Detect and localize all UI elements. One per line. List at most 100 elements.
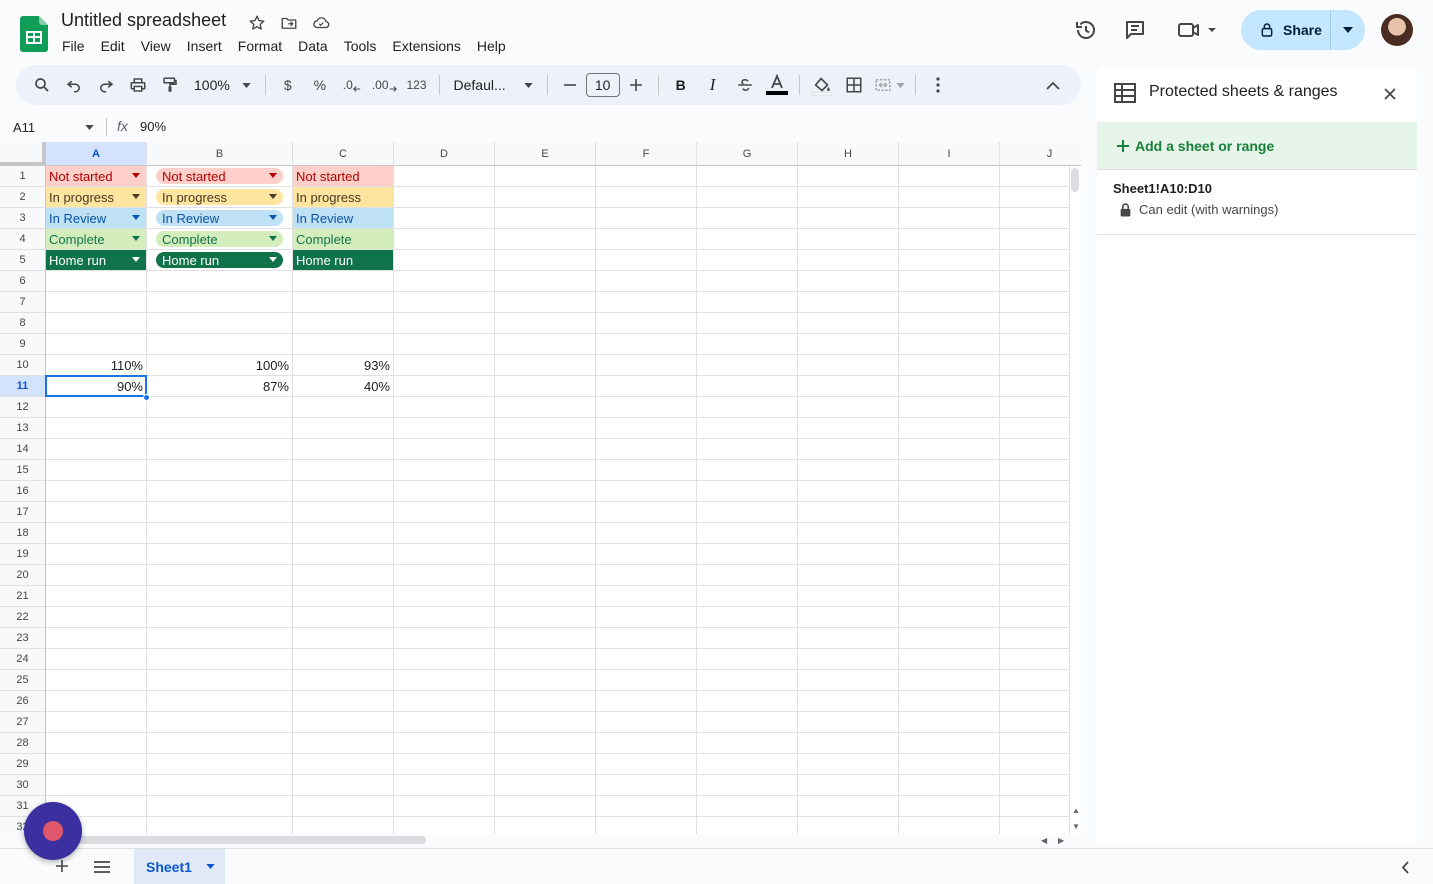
fill-color-button[interactable] bbox=[806, 71, 838, 99]
status-dropdown-cell[interactable]: Home run bbox=[46, 250, 146, 270]
row-header[interactable]: 11 bbox=[0, 376, 46, 397]
menu-tools[interactable]: Tools bbox=[336, 36, 385, 56]
font-size-input[interactable]: 10 bbox=[585, 73, 620, 97]
value-cell[interactable]: 93% bbox=[293, 355, 393, 375]
column-header[interactable]: A bbox=[46, 142, 147, 166]
row-header[interactable]: 2 bbox=[0, 187, 46, 208]
status-chip[interactable]: In Review bbox=[156, 210, 283, 226]
column-header[interactable]: I bbox=[899, 142, 1000, 166]
status-dropdown-cell[interactable]: Complete bbox=[46, 229, 146, 249]
row-header[interactable]: 20 bbox=[0, 565, 46, 586]
column-header[interactable]: E bbox=[495, 142, 596, 166]
row-header[interactable]: 9 bbox=[0, 334, 46, 355]
increase-font-size-button[interactable] bbox=[620, 71, 652, 99]
format-currency-button[interactable]: $ bbox=[272, 71, 304, 99]
version-history-icon[interactable] bbox=[1070, 14, 1102, 46]
redo-button[interactable] bbox=[90, 71, 122, 99]
status-dropdown-cell[interactable]: Not started bbox=[46, 166, 146, 186]
menu-extensions[interactable]: Extensions bbox=[384, 36, 468, 56]
menu-view[interactable]: View bbox=[133, 36, 179, 56]
cloud-saved-icon[interactable] bbox=[310, 12, 332, 34]
bold-button[interactable]: B bbox=[665, 71, 697, 99]
row-header[interactable]: 14 bbox=[0, 439, 46, 460]
protected-range-name[interactable]: Sheet1!A10:D10 bbox=[1113, 181, 1212, 196]
paint-format-button[interactable] bbox=[154, 71, 186, 99]
close-panel-button[interactable] bbox=[1382, 86, 1398, 102]
decrease-font-size-button[interactable] bbox=[554, 71, 586, 99]
share-dropdown-button[interactable] bbox=[1331, 10, 1365, 50]
move-folder-icon[interactable] bbox=[278, 12, 300, 34]
status-dropdown-cell[interactable]: In Review bbox=[46, 208, 146, 228]
meet-icon[interactable] bbox=[1174, 14, 1222, 46]
zoom-select[interactable]: 100% bbox=[186, 71, 259, 99]
status-dropdown-cell[interactable]: In progress bbox=[46, 187, 146, 207]
column-header[interactable]: C bbox=[293, 142, 394, 166]
scroll-right-icon[interactable]: ▶ bbox=[1058, 836, 1064, 845]
decrease-decimal-button[interactable]: .0 bbox=[336, 71, 368, 99]
menu-format[interactable]: Format bbox=[230, 36, 290, 56]
row-header[interactable]: 10 bbox=[0, 355, 46, 376]
scroll-up-icon[interactable]: ▲ bbox=[1072, 806, 1080, 815]
row-header[interactable]: 26 bbox=[0, 691, 46, 712]
row-header[interactable]: 19 bbox=[0, 544, 46, 565]
row-header[interactable]: 25 bbox=[0, 670, 46, 691]
status-chip[interactable]: Complete bbox=[156, 231, 283, 247]
row-header[interactable]: 30 bbox=[0, 775, 46, 796]
scroll-left-icon[interactable]: ◀ bbox=[1041, 836, 1047, 845]
menu-data[interactable]: Data bbox=[290, 36, 336, 56]
row-header[interactable]: 3 bbox=[0, 208, 46, 229]
record-button[interactable] bbox=[24, 802, 82, 860]
status-cell[interactable]: Complete bbox=[293, 229, 393, 249]
add-sheet-or-range-button[interactable]: Add a sheet or range bbox=[1097, 122, 1417, 170]
side-panel-toggle[interactable] bbox=[1397, 858, 1413, 876]
name-box[interactable]: A11 bbox=[0, 114, 102, 140]
vertical-scroll-thumb[interactable] bbox=[1071, 168, 1079, 192]
menu-edit[interactable]: Edit bbox=[93, 36, 133, 56]
row-header[interactable]: 12 bbox=[0, 397, 46, 418]
undo-button[interactable] bbox=[58, 71, 90, 99]
vertical-scrollbar[interactable] bbox=[1069, 166, 1081, 834]
row-header[interactable]: 13 bbox=[0, 418, 46, 439]
value-cell[interactable]: 40% bbox=[293, 376, 393, 396]
row-header[interactable]: 27 bbox=[0, 712, 46, 733]
comments-icon[interactable] bbox=[1119, 14, 1151, 46]
row-header[interactable]: 23 bbox=[0, 628, 46, 649]
column-header[interactable]: F bbox=[596, 142, 697, 166]
row-header[interactable]: 7 bbox=[0, 292, 46, 313]
fill-handle[interactable] bbox=[143, 394, 150, 401]
horizontal-scroll-thumb[interactable] bbox=[46, 836, 426, 844]
status-cell[interactable]: Home run bbox=[293, 250, 393, 270]
row-header[interactable]: 16 bbox=[0, 481, 46, 502]
menu-insert[interactable]: Insert bbox=[179, 36, 230, 56]
row-header[interactable]: 24 bbox=[0, 649, 46, 670]
column-header[interactable]: G bbox=[697, 142, 798, 166]
column-header[interactable]: J bbox=[1000, 142, 1081, 166]
text-color-button[interactable] bbox=[761, 71, 793, 99]
star-icon[interactable] bbox=[246, 12, 268, 34]
row-header[interactable]: 22 bbox=[0, 607, 46, 628]
row-header[interactable]: 1 bbox=[0, 166, 46, 187]
value-cell[interactable]: 110% bbox=[46, 355, 146, 375]
scroll-down-icon[interactable]: ▼ bbox=[1072, 822, 1080, 831]
protected-range-permission[interactable]: Can edit (with warnings) bbox=[1119, 202, 1278, 217]
italic-button[interactable]: I bbox=[697, 71, 729, 99]
collapse-toolbar-button[interactable] bbox=[1037, 71, 1069, 99]
formula-input[interactable]: 90% bbox=[140, 119, 166, 134]
font-family-select[interactable]: Defaul... bbox=[446, 71, 541, 99]
row-header[interactable]: 6 bbox=[0, 271, 46, 292]
borders-button[interactable] bbox=[838, 71, 870, 99]
row-header[interactable]: 28 bbox=[0, 733, 46, 754]
menu-file[interactable]: File bbox=[54, 36, 93, 56]
status-cell[interactable]: In Review bbox=[293, 208, 393, 228]
all-sheets-button[interactable] bbox=[92, 858, 112, 876]
select-all-corner[interactable] bbox=[0, 142, 46, 166]
status-chip[interactable]: In progress bbox=[156, 189, 283, 205]
column-header[interactable]: D bbox=[394, 142, 495, 166]
sheet-tab-sheet1[interactable]: Sheet1 bbox=[134, 849, 225, 884]
value-cell[interactable]: 87% bbox=[147, 376, 292, 396]
row-header[interactable]: 4 bbox=[0, 229, 46, 250]
status-cell[interactable]: Not started bbox=[293, 166, 393, 186]
share-button[interactable]: Share bbox=[1241, 10, 1331, 50]
search-menus-button[interactable] bbox=[26, 71, 58, 99]
row-header[interactable]: 21 bbox=[0, 586, 46, 607]
